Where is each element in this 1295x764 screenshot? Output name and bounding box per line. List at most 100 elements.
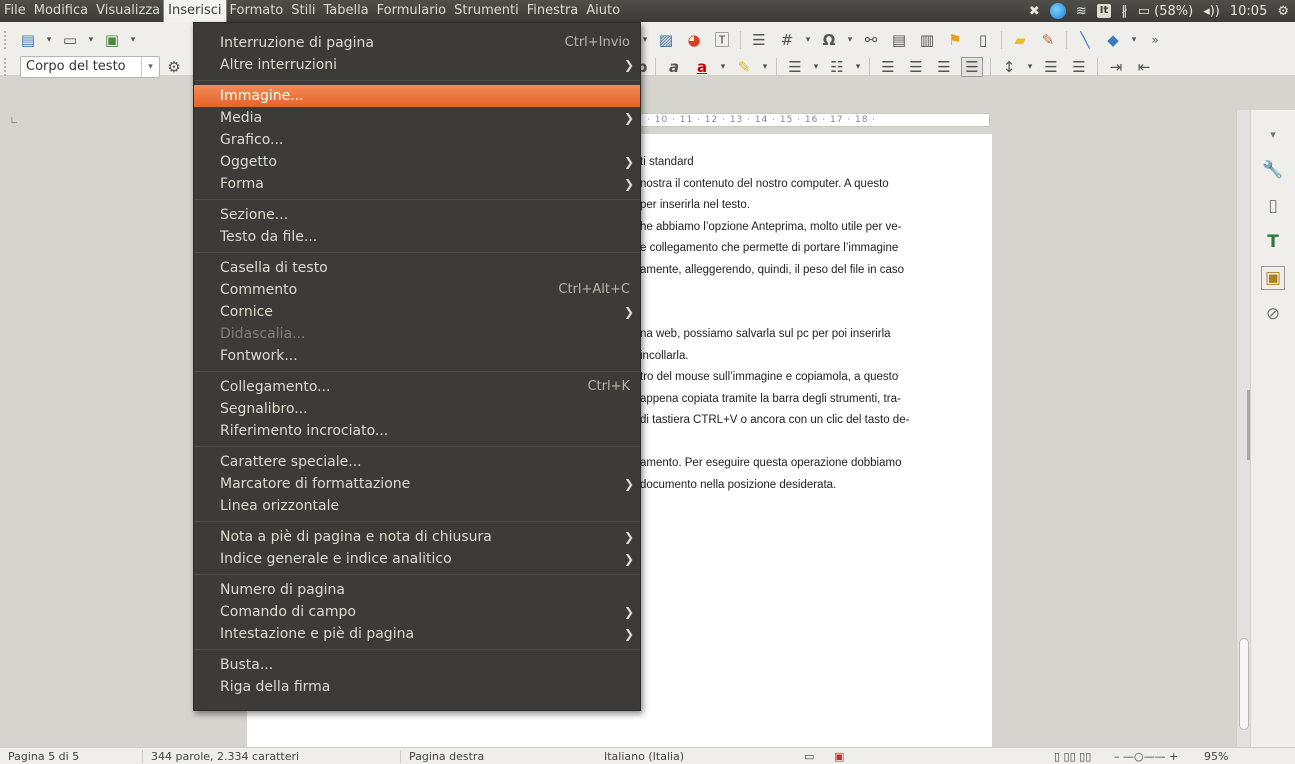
zoom-slider[interactable]: – —○—— + [1106, 750, 1196, 763]
language[interactable]: Italiano (Italia) [596, 750, 796, 763]
document-line[interactable]: ti standard [640, 152, 940, 174]
bluetooth-icon[interactable]: ∦ [1121, 4, 1128, 19]
dropdown-arrow-icon[interactable]: ▾ [846, 30, 854, 50]
insert-field-icon[interactable]: # [776, 30, 798, 50]
wifi-icon[interactable]: ≋ [1076, 4, 1087, 19]
styles-icon[interactable]: T [1261, 230, 1285, 254]
dropdown-arrow-icon[interactable]: ▾ [1026, 57, 1034, 77]
document-line[interactable]: incollarla. [640, 346, 940, 368]
menu-item-comando-di-campo[interactable]: Comando di campo ❯ [194, 601, 640, 623]
increase-indent-icon[interactable]: ⇥ [1105, 57, 1127, 77]
menu-item-fontwork[interactable]: Fontwork... [194, 345, 640, 367]
menu-item-cornice[interactable]: Cornice ❯ [194, 301, 640, 323]
document-line[interactable]: per inserirla nel testo. [640, 195, 940, 217]
network-indicator-icon[interactable] [1049, 3, 1066, 19]
menu-item-nota-a-piè-di-pagina-e-nota-di-chiusura[interactable]: Nota a piè di pagina e nota di chiusura ❯ [194, 526, 640, 548]
menu-item-linea-orizzontale[interactable]: Linea orizzontale [194, 495, 640, 517]
settings-gear-icon[interactable]: ⚙ [1277, 4, 1289, 19]
document-line[interactable]: documento nella posizione desiderata. [640, 475, 940, 497]
numbered-list-icon[interactable]: ☷ [826, 57, 848, 77]
selection-mode-icon[interactable]: ▭ [796, 750, 826, 763]
menu-item-numero-di-pagina[interactable]: Numero di pagina [194, 579, 640, 601]
menu-item-riferimento-incrociato[interactable]: Riferimento incrociato... [194, 420, 640, 442]
menu-strumenti[interactable]: Strumenti [450, 0, 523, 22]
menu-tabella[interactable]: Tabella [319, 0, 372, 22]
document-line[interactable]: amento. Per eseguire questa operazione d… [640, 453, 940, 475]
menu-item-collegamento[interactable]: Collegamento... Ctrl+K [194, 376, 640, 398]
insert-image-icon[interactable]: ▨ [655, 30, 677, 50]
document-line[interactable]: e collegamento che permette di portare l… [640, 238, 940, 260]
word-count[interactable]: 344 parole, 2.334 caratteri [142, 749, 400, 763]
view-layout-icons[interactable]: ▯ ▯▯ ▯▯ [1046, 750, 1106, 763]
dropdown-arrow-icon[interactable]: ▾ [719, 57, 727, 77]
document-line[interactable] [640, 432, 940, 454]
menu-item-sezione[interactable]: Sezione... [194, 204, 640, 226]
menu-item-intestazione-e-piè-di-pagina[interactable]: Intestazione e piè di pagina ❯ [194, 623, 640, 645]
footnote-icon[interactable]: ▤ [888, 30, 910, 50]
dropdown-arrow-icon[interactable]: ▾ [87, 30, 95, 50]
menu-stili[interactable]: Stili [287, 0, 319, 22]
basic-shapes-icon[interactable]: ◆ [1102, 30, 1124, 50]
align-center-icon[interactable]: ☰ [905, 57, 927, 77]
line-icon[interactable]: ╲ [1074, 30, 1096, 50]
dropdown-arrow-icon[interactable]: ▾ [45, 30, 53, 50]
dropdown-arrow-icon[interactable]: ▾ [129, 30, 137, 50]
zoom-level[interactable]: 95% [1196, 750, 1228, 763]
menu-file[interactable]: File [0, 0, 30, 22]
overflow-icon[interactable]: » [1144, 30, 1166, 50]
menu-item-carattere-speciale[interactable]: Carattere speciale... [194, 451, 640, 473]
page-icon[interactable]: ▯ [1261, 194, 1285, 218]
cross-reference-icon[interactable]: ▯ [972, 30, 994, 50]
menu-item-busta[interactable]: Busta... [194, 654, 640, 676]
document-line[interactable]: nostra il contenuto del nostro computer.… [640, 174, 940, 196]
battery-indicator[interactable]: ▭ (58%) [1138, 4, 1193, 19]
menu-item-testo-da-file[interactable]: Testo da file... [194, 226, 640, 248]
volume-icon[interactable]: ◂)) [1203, 4, 1220, 19]
properties-wrench-icon[interactable]: 🔧 [1261, 158, 1285, 182]
menu-item-riga-della-firma[interactable]: Riga della firma [194, 676, 640, 698]
gallery-icon[interactable]: ▣ [1261, 266, 1285, 290]
update-style-icon[interactable]: ⚙ [163, 57, 185, 77]
sidebar-menu-icon[interactable]: ▾ [1261, 122, 1285, 146]
document-modified-icon[interactable]: ▣ [826, 750, 1046, 763]
clear-formatting-icon[interactable]: a [663, 57, 685, 77]
menu-formato[interactable]: Formato [226, 0, 288, 22]
endnote-icon[interactable]: ▥ [916, 30, 938, 50]
open-icon[interactable]: ▭ [59, 30, 81, 50]
toolbar-grip[interactable] [4, 30, 10, 49]
menu-aiuto[interactable]: Aiuto [582, 0, 624, 22]
highlight-color-icon[interactable]: ✎ [733, 57, 755, 77]
comment-icon[interactable]: ▰ [1009, 30, 1031, 50]
justify-icon[interactable]: ☰ [961, 56, 983, 77]
dropdown-arrow-icon[interactable]: ▾ [804, 30, 812, 50]
dropdown-arrow-icon[interactable]: ▾ [812, 57, 820, 77]
document-line[interactable]: na web, possiamo salvarla sul pc per poi… [640, 324, 940, 346]
document-line[interactable]: di tastiera CTRL+V o ancora con un clic … [640, 410, 940, 432]
tools-icon[interactable]: ✖ [1029, 4, 1040, 19]
dropdown-arrow-icon[interactable]: ▾ [761, 57, 769, 77]
page-break-icon[interactable]: ☰ [748, 30, 770, 50]
menu-item-segnalibro[interactable]: Segnalibro... [194, 398, 640, 420]
new-document-icon[interactable]: ▤ [17, 30, 39, 50]
align-right-icon[interactable]: ☰ [933, 57, 955, 77]
menu-item-casella-di-testo[interactable]: Casella di testo [194, 257, 640, 279]
paragraph-style-select[interactable]: Corpo del testo ▾ [20, 55, 160, 78]
hyperlink-icon[interactable]: ⚯ [860, 30, 882, 50]
menu-item-grafico[interactable]: Grafico... [194, 129, 640, 151]
menu-modifica[interactable]: Modifica [30, 0, 92, 22]
bookmark-icon[interactable]: ⚑ [944, 30, 966, 50]
scrollbar-thumb[interactable] [1239, 638, 1249, 730]
dropdown-arrow-icon[interactable]: ▾ [1130, 30, 1138, 50]
font-color-icon[interactable]: a [691, 57, 713, 77]
document-line[interactable]: amente, alleggerendo, quindi, il peso de… [640, 260, 940, 282]
dropdown-arrow-icon[interactable]: ▾ [854, 57, 862, 77]
menu-item-indice-generale-e-indice-analitico[interactable]: Indice generale e indice analitico ❯ [194, 548, 640, 570]
decrease-paragraph-spacing-icon[interactable]: ☰ [1068, 57, 1090, 77]
insert-chart-icon[interactable]: ◕ [683, 30, 705, 50]
menu-item-oggetto[interactable]: Oggetto ❯ [194, 151, 640, 173]
menu-item-immagine[interactable]: Immagine... [194, 85, 640, 107]
menu-inserisci[interactable]: Inserisci [163, 0, 227, 23]
menu-item-altre-interruzioni[interactable]: Altre interruzioni ❯ [194, 54, 640, 76]
line-spacing-icon[interactable]: ↕ [998, 57, 1020, 77]
track-changes-icon[interactable]: ✎ [1037, 30, 1059, 50]
